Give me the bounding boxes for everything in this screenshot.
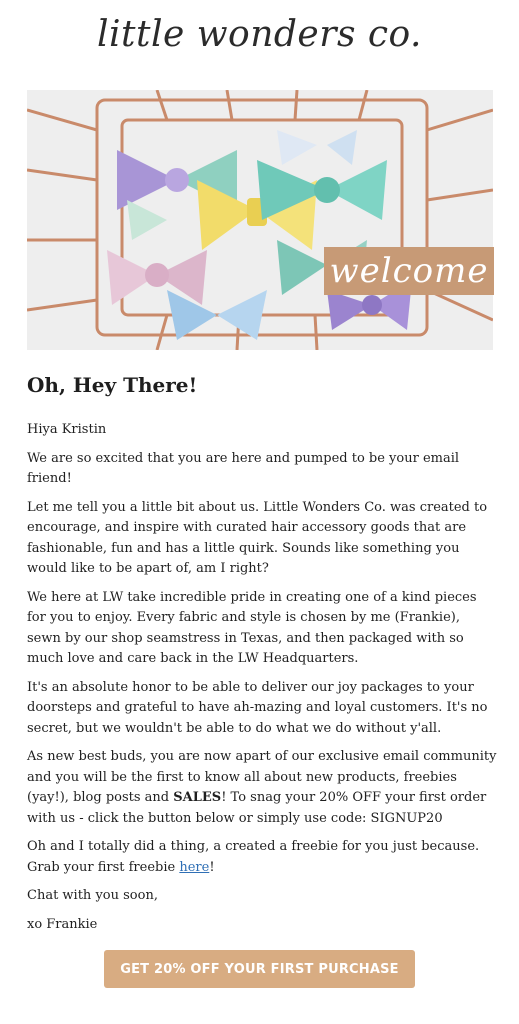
hero-image (27, 90, 493, 350)
freebie-text-start: Oh and I totally did a thing, a created … (27, 839, 480, 875)
closing: Chat with you soon, (27, 888, 158, 903)
discount-cta-button[interactable]: GET 20% OFF YOUR FIRST PURCHASE (104, 950, 415, 988)
welcome-badge: welcome (324, 247, 494, 295)
sales-emphasis: SALES (173, 790, 222, 805)
signature: xo Frankie (27, 916, 98, 932)
page-heading: Oh, Hey There! (27, 373, 198, 397)
paragraph-honor: It's an absolute honor to be able to del… (27, 679, 488, 736)
freebie-link[interactable]: here (179, 860, 209, 875)
brand-logo: little wonders co. (96, 14, 423, 55)
paragraph-freebie: Oh and I totally did a thing, a created … (27, 837, 497, 878)
paragraph-about: Let me tell you a little bit about us. L… (27, 499, 488, 577)
paragraph-pride: We here at LW take incredible pride in c… (27, 589, 477, 667)
paragraph-offer: As new best buds, you are now apart of o… (27, 747, 497, 829)
greeting: Hiya Kristin (27, 422, 107, 437)
freebie-text-end: ! (209, 859, 215, 875)
paragraph-intro: We are so excited that you are here and … (27, 450, 460, 487)
hair-bows-basket-icon (27, 90, 493, 350)
email-body: Hiya Kristin We are so excited that you … (27, 420, 497, 943)
